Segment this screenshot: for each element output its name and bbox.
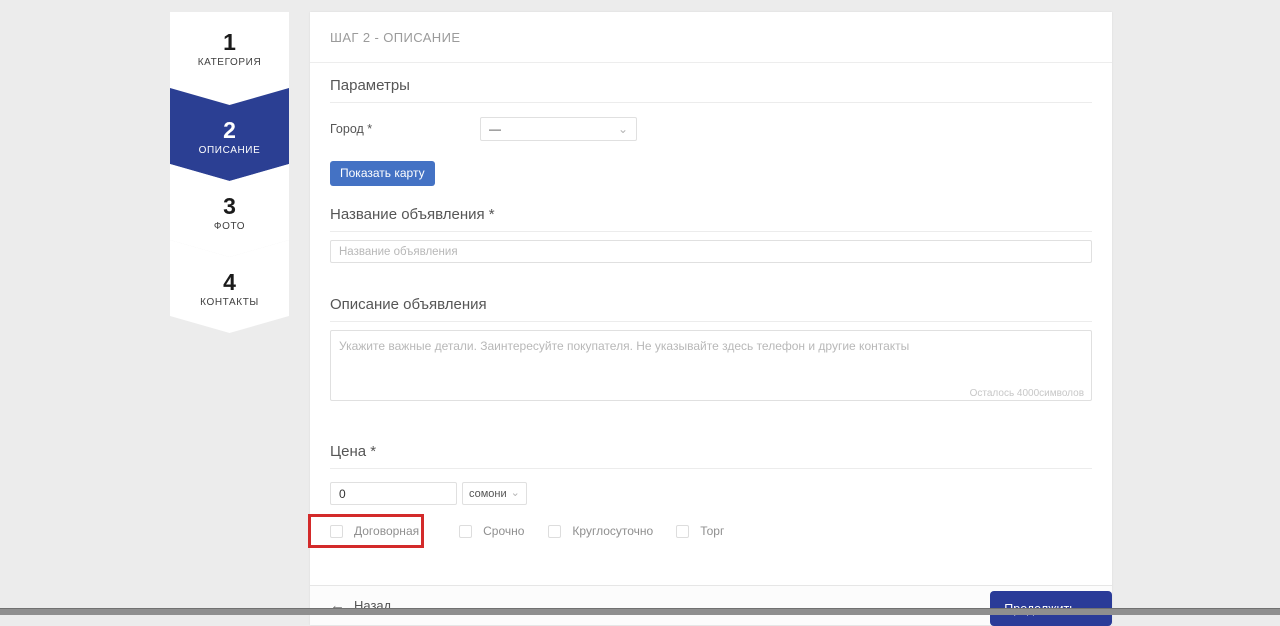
city-row: Город * — ⌄ bbox=[330, 117, 1092, 141]
checkbox-around-the-clock[interactable]: Круглосуточно bbox=[548, 524, 653, 538]
form-body: Параметры Город * — ⌄ Показать карту Наз… bbox=[310, 77, 1112, 585]
chevron-down-icon: ⌄ bbox=[618, 124, 628, 134]
form-footer: ← Назад Продолжить → bbox=[310, 585, 1112, 625]
city-select-value: — bbox=[489, 122, 501, 136]
checkbox-label: Договорная bbox=[354, 524, 419, 538]
checkbox-icon[interactable] bbox=[676, 525, 689, 538]
viewport-bottom-edge bbox=[0, 608, 1280, 615]
step-label: КАТЕГОРИЯ bbox=[198, 57, 262, 68]
checkbox-bargain[interactable]: Торг bbox=[676, 524, 724, 538]
step-label: ОПИСАНИЕ bbox=[199, 145, 261, 156]
panel-title: ШАГ 2 - ОПИСАНИЕ bbox=[310, 12, 1112, 63]
wizard-stepper: 1 КАТЕГОРИЯ 2 ОПИСАНИЕ 3 ФОТО 4 КОНТАКТЫ bbox=[170, 12, 289, 333]
step-label: КОНТАКТЫ bbox=[200, 297, 259, 308]
step2-form-panel: ШАГ 2 - ОПИСАНИЕ Параметры Город * — ⌄ П… bbox=[310, 12, 1112, 625]
price-options-row: Договорная Срочно Круглосуточно Торг bbox=[330, 524, 1092, 538]
city-select[interactable]: — ⌄ bbox=[480, 117, 637, 141]
stepper-step-category[interactable]: 1 КАТЕГОРИЯ bbox=[170, 12, 289, 105]
ad-title-input[interactable] bbox=[330, 240, 1092, 263]
step-label: ФОТО bbox=[214, 221, 245, 232]
city-label: Город * bbox=[330, 122, 480, 136]
chevron-down-icon: ⌄ bbox=[511, 489, 520, 498]
checkbox-label: Срочно bbox=[483, 524, 524, 538]
currency-value: сомони bbox=[469, 488, 507, 500]
description-textarea-wrap: Осталось 4000символов bbox=[330, 330, 1092, 406]
step-number: 2 bbox=[223, 118, 236, 142]
price-input[interactable] bbox=[330, 482, 457, 505]
step-number: 4 bbox=[223, 270, 236, 294]
price-row: сомони ⌄ bbox=[330, 482, 1092, 505]
checkbox-label: Торг bbox=[700, 524, 724, 538]
ad-title-section-title: Название объявления * bbox=[330, 206, 1092, 232]
show-map-button[interactable]: Показать карту bbox=[330, 161, 435, 186]
checkbox-icon[interactable] bbox=[330, 525, 343, 538]
chars-left-counter: Осталось 4000символов bbox=[970, 388, 1084, 399]
checkbox-label: Круглосуточно bbox=[572, 524, 653, 538]
step-number: 3 bbox=[223, 194, 236, 218]
parameters-section-title: Параметры bbox=[330, 77, 1092, 103]
checkbox-urgent[interactable]: Срочно bbox=[459, 524, 524, 538]
checkbox-negotiable[interactable]: Договорная bbox=[330, 524, 419, 538]
step-number: 1 bbox=[223, 30, 236, 54]
checkbox-icon[interactable] bbox=[459, 525, 472, 538]
ad-description-section-title: Описание объявления bbox=[330, 296, 1092, 322]
currency-select[interactable]: сомони ⌄ bbox=[462, 482, 527, 505]
checkbox-icon[interactable] bbox=[548, 525, 561, 538]
price-section-title: Цена * bbox=[330, 443, 1092, 469]
